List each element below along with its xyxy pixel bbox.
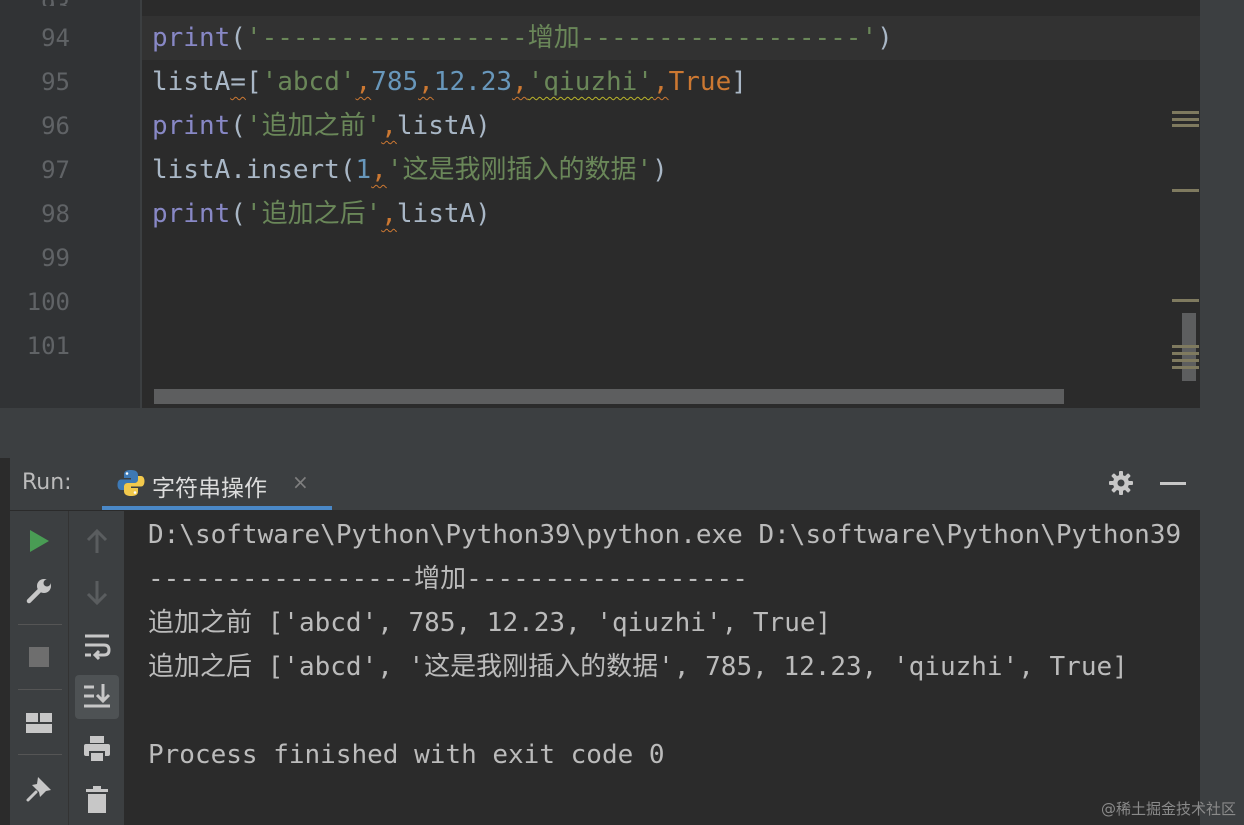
soft-wrap-icon[interactable] (82, 631, 112, 665)
error-stripe-mark[interactable] (1172, 111, 1199, 114)
print-icon[interactable] (82, 734, 112, 768)
code-token: = (230, 67, 246, 97)
close-icon[interactable]: × (292, 470, 309, 494)
code-token: ] (731, 67, 747, 97)
line-number-101: 101 (26, 332, 70, 360)
error-stripe-mark[interactable] (1172, 366, 1199, 369)
code-token: print (152, 199, 231, 229)
code-token: , (355, 67, 372, 97)
gutter-separator (140, 0, 142, 408)
right-tool-strip (1200, 0, 1244, 825)
code-token: 785 (371, 67, 419, 97)
toolbar-separator (18, 754, 62, 755)
console-output[interactable]: D:\software\Python\Python39\python.exe D… (124, 511, 1200, 825)
up-arrow-icon[interactable] (84, 527, 110, 559)
code-token: , (652, 67, 669, 97)
run-tab-title: 字符串操作 (152, 476, 267, 502)
console-line: 追加之后 ['abcd', '这是我刚插入的数据', 785, 12.23, '… (148, 652, 1128, 682)
code-token: , (512, 67, 528, 97)
line-number-partial: 93 (8, 0, 70, 6)
code-line-94[interactable]: print('-----------------增加--------------… (152, 16, 893, 60)
trash-icon[interactable] (84, 785, 110, 819)
line-number-94: 94 (41, 24, 70, 52)
python-icon (116, 468, 146, 502)
line-number-100: 100 (26, 288, 70, 316)
run-panel-header: Run: 字符串操作 × (10, 458, 1200, 511)
code-token: 12.23 (433, 67, 513, 97)
code-token: ( (230, 199, 246, 229)
console-line: D:\software\Python\Python39\python.exe D… (148, 520, 1182, 550)
code-token: True (668, 67, 732, 97)
pin-icon[interactable] (24, 774, 54, 808)
code-token: [ (245, 67, 262, 97)
minimize-icon[interactable] (1160, 482, 1186, 485)
error-stripe-mark[interactable] (1172, 299, 1199, 302)
error-stripe-mark[interactable] (1172, 124, 1199, 127)
horizontal-scrollbar[interactable] (154, 389, 1064, 404)
code-token: listA) (396, 111, 491, 141)
code-token: , (381, 111, 397, 141)
code-line-96[interactable]: print('追加之前',listA) (152, 104, 491, 148)
run-tab[interactable]: 字符串操作 × (102, 458, 332, 510)
console-line: -----------------增加------------------ (148, 564, 748, 594)
code-token: ) (877, 23, 893, 53)
code-token: listA.insert( (152, 155, 356, 185)
code-token: '这是我刚插入的数据' (386, 155, 653, 185)
line-number-96: 96 (41, 112, 70, 140)
run-icon[interactable] (27, 528, 51, 558)
code-token: ( (230, 111, 246, 141)
code-token: listA) (396, 199, 491, 229)
line-number-99: 99 (41, 244, 70, 272)
code-line-98[interactable]: print('追加之后',listA) (152, 192, 491, 236)
code-token: 'abcd' (261, 67, 356, 97)
error-stripe-mark[interactable] (1172, 359, 1199, 362)
code-token: listA (152, 67, 231, 97)
editor-left-strip (0, 0, 8, 408)
layout-icon[interactable] (25, 711, 53, 739)
error-stripe-mark[interactable] (1172, 352, 1199, 355)
panel-splitter[interactable] (0, 408, 1200, 458)
code-token: print (152, 23, 231, 53)
console-line: Process finished with exit code 0 (148, 740, 665, 770)
gear-icon[interactable] (1106, 468, 1136, 502)
code-token: '追加之前' (245, 111, 382, 141)
toolbar-separator (18, 624, 62, 625)
watermark: @稀土掘金技术社区 (1100, 800, 1236, 818)
code-token: ( (230, 23, 246, 53)
line-number-97: 97 (41, 156, 70, 184)
code-token: , (381, 199, 397, 229)
error-stripe-mark[interactable] (1172, 189, 1199, 192)
console-line: 追加之前 ['abcd', 785, 12.23, 'qiuzhi', True… (148, 608, 832, 638)
code-token: 1 (355, 155, 372, 185)
code-line-97[interactable]: listA.insert(1,'这是我刚插入的数据') (152, 148, 668, 192)
code-token: 'qiuzhi' (527, 67, 653, 97)
code-line-95[interactable]: listA=['abcd',785,12.23,'qiuzhi',True] (152, 60, 747, 104)
line-number-gutter: 93 94 95 96 97 98 99 100 101 (8, 0, 140, 408)
down-arrow-icon[interactable] (84, 579, 110, 611)
line-number-95: 95 (41, 68, 70, 96)
code-token: , (371, 155, 387, 185)
run-toolbar-primary (10, 511, 68, 825)
error-stripe-mark[interactable] (1172, 345, 1199, 348)
code-token: print (152, 111, 231, 141)
run-toolbar-secondary (68, 511, 125, 825)
wrench-icon[interactable] (24, 576, 54, 610)
toolbar-separator (18, 689, 62, 690)
scroll-to-end-icon[interactable] (75, 675, 119, 723)
code-token: ) (652, 155, 668, 185)
line-number-98: 98 (41, 200, 70, 228)
active-tab-indicator (102, 506, 332, 510)
code-token: '-----------------增加------------------' (245, 23, 878, 53)
stop-icon[interactable] (28, 646, 50, 672)
run-panel-label: Run: (22, 470, 72, 495)
error-stripe-mark[interactable] (1172, 118, 1199, 121)
code-token: , (418, 67, 434, 97)
code-token: '追加之后' (245, 199, 382, 229)
code-editor[interactable]: 93 94 95 96 97 98 99 100 101 print('----… (0, 0, 1244, 408)
